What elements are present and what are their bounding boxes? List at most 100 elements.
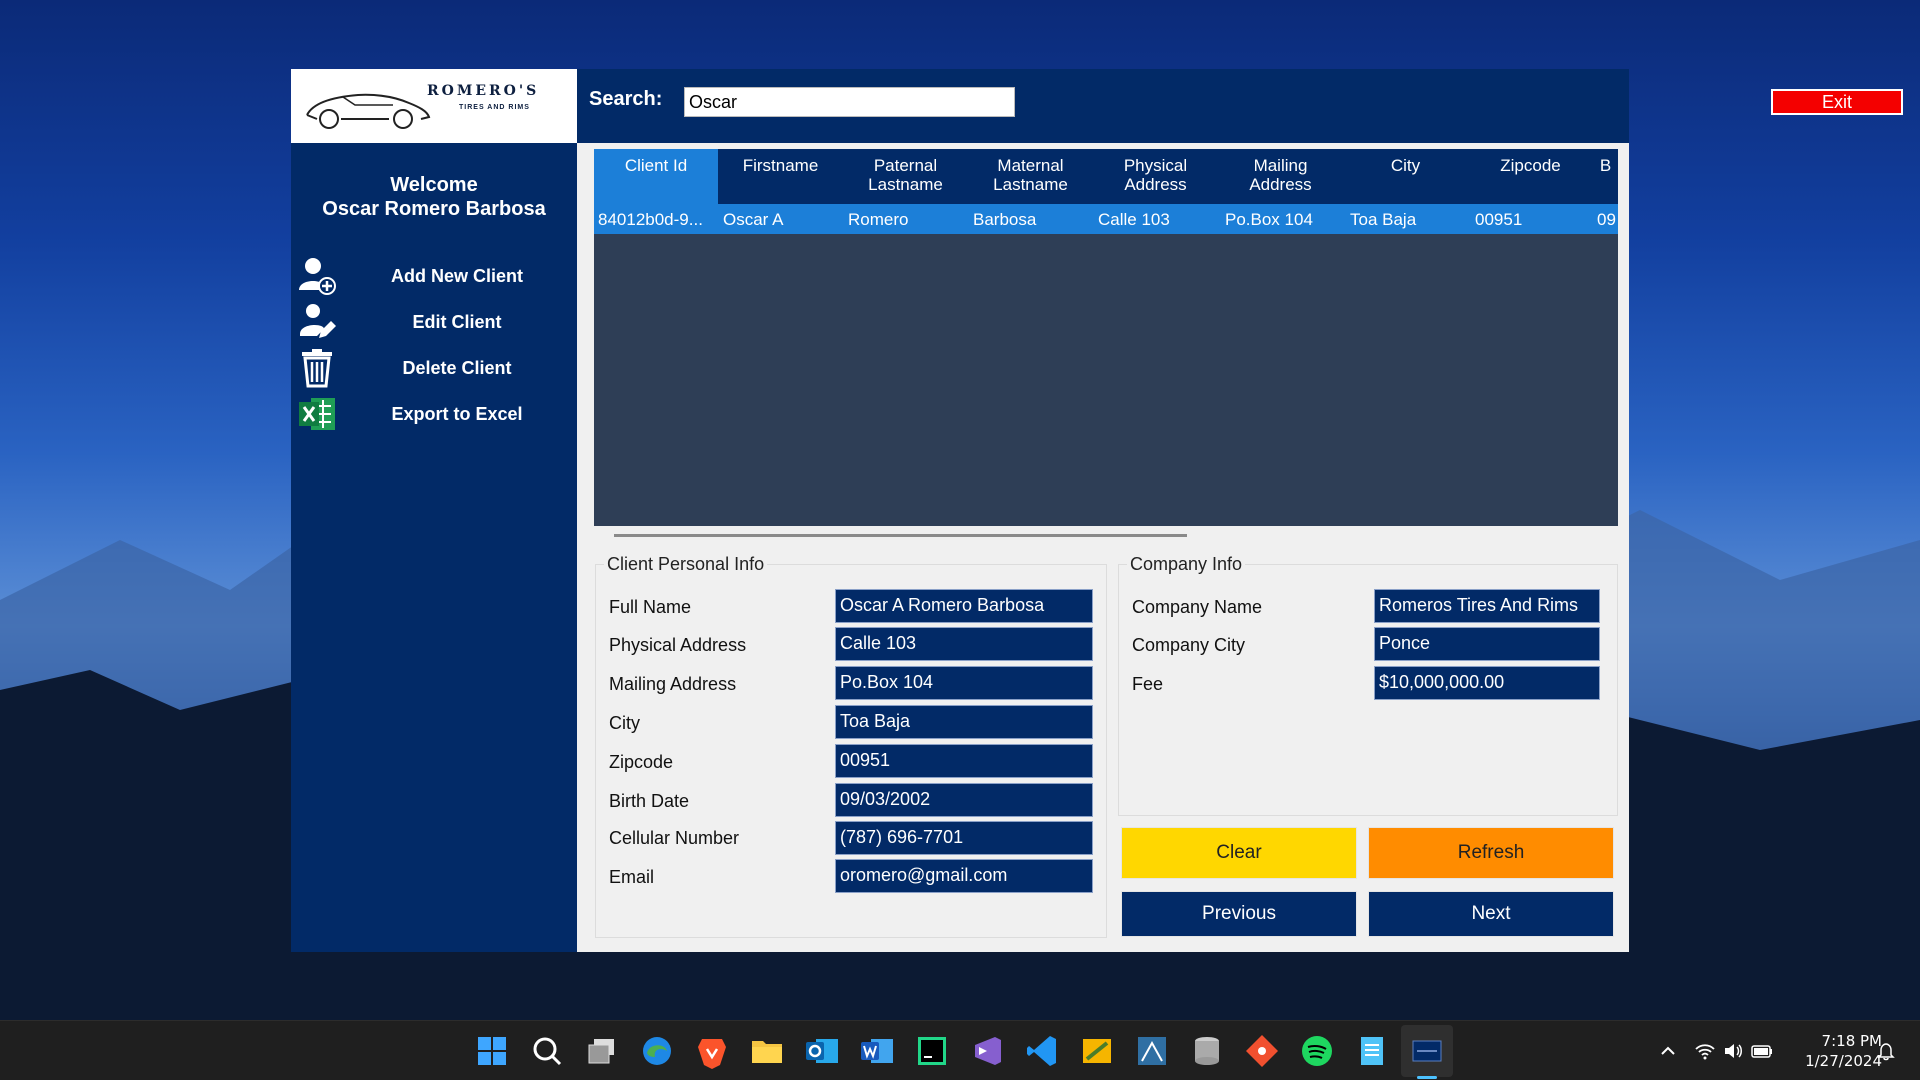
field-label: Company Name — [1132, 597, 1263, 617]
nav-label: Add New Client — [390, 266, 523, 286]
logo: ROMERO'S TIRES AND RIMS — [291, 69, 577, 143]
nav-label: Export to Excel — [391, 404, 523, 424]
notepad-icon[interactable] — [1352, 1031, 1392, 1071]
cellular-number-field[interactable]: (787) 696-7701 — [835, 821, 1093, 855]
welcome-message: Welcome Oscar Romero Barbosa — [291, 173, 577, 221]
time: 7:18 PM — [1821, 1032, 1882, 1050]
user-name: Oscar Romero Barbosa — [322, 198, 546, 220]
spotify-icon[interactable] — [1297, 1031, 1337, 1071]
column-header-paternal-lastname[interactable]: Paternal Lastname — [843, 156, 968, 194]
date: 1/27/2024 — [1805, 1052, 1882, 1070]
table-cell: Oscar A — [723, 210, 784, 229]
windows-start-icon[interactable] — [472, 1031, 512, 1071]
delete-client-button[interactable]: Delete Client — [291, 348, 577, 388]
table-cell: Romero — [848, 210, 909, 229]
column-header-birthdate[interactable]: B — [1593, 156, 1618, 175]
add-user-icon — [299, 258, 336, 295]
company-city-field[interactable]: Ponce — [1374, 627, 1600, 661]
group-title: Company Info — [1127, 554, 1246, 575]
nav-label: Delete Client — [402, 358, 512, 378]
field-label: Zipcode — [609, 752, 674, 772]
next-button[interactable]: Next — [1368, 891, 1614, 937]
car-logo-icon — [306, 93, 431, 129]
fee-field[interactable]: $10,000,000.00 — [1374, 666, 1600, 700]
edit-client-button[interactable]: Edit Client — [291, 302, 577, 342]
grid-header: Client Id Firstname Paternal Lastname Mat… — [594, 149, 1618, 204]
word-icon[interactable] — [857, 1031, 897, 1071]
previous-button[interactable]: Previous — [1121, 891, 1357, 937]
field-label: Birth Date — [609, 791, 690, 811]
city-field[interactable]: Toa Baja — [835, 705, 1093, 739]
database-icon[interactable] — [1187, 1031, 1227, 1071]
column-header-city[interactable]: City — [1343, 156, 1468, 175]
excel-icon — [299, 398, 335, 430]
logo-title: ROMERO'S — [427, 83, 540, 99]
app-window-icon[interactable] — [1407, 1031, 1447, 1071]
horizontal-scrollbar[interactable] — [614, 534, 1187, 537]
table-cell: 09 — [1597, 210, 1616, 229]
file-explorer-icon[interactable] — [747, 1031, 787, 1071]
column-header-physical-address[interactable]: Physical Address — [1093, 156, 1218, 194]
client-manager-window: ROMERO'S TIRES AND RIMS Welcome Oscar Ro… — [291, 69, 1903, 952]
edit-user-icon — [300, 304, 336, 338]
table-cell: Po.Box 104 — [1225, 210, 1313, 229]
column-header-maternal-lastname[interactable]: Maternal Lastname — [968, 156, 1093, 194]
field-label: Mailing Address — [609, 674, 737, 694]
field-label: City — [609, 713, 640, 733]
full-name-field[interactable]: Oscar A Romero Barbosa — [835, 589, 1093, 623]
volume-icon[interactable] — [1722, 1041, 1744, 1061]
visual-studio-icon[interactable] — [967, 1031, 1007, 1071]
taskbar: 7:18 PM 1/27/2024 — [0, 1020, 1920, 1080]
column-header-firstname[interactable]: Firstname — [718, 156, 843, 175]
clear-button[interactable]: Clear — [1121, 827, 1357, 879]
vscode-icon[interactable] — [1022, 1031, 1062, 1071]
search-input[interactable] — [684, 87, 1015, 117]
field-label: Full Name — [609, 597, 692, 617]
battery-icon[interactable] — [1750, 1041, 1774, 1061]
clients-grid[interactable]: Client Id Firstname Paternal Lastname Mat… — [594, 149, 1618, 526]
table-cell: 84012b0d-9... — [598, 210, 703, 229]
company-name-field[interactable]: Romeros Tires And Rims — [1374, 589, 1600, 623]
chevron-up-icon[interactable] — [1658, 1041, 1678, 1061]
nav-label: Edit Client — [412, 312, 502, 332]
field-label: Cellular Number — [609, 828, 740, 848]
add-new-client-button[interactable]: Add New Client — [291, 256, 577, 296]
sidebar: ROMERO'S TIRES AND RIMS Welcome Oscar Ro… — [291, 69, 577, 952]
app-icon[interactable] — [1077, 1031, 1117, 1071]
birth-date-field[interactable]: 09/03/2002 — [835, 783, 1093, 817]
outlook-icon[interactable] — [802, 1031, 842, 1071]
pycharm-icon[interactable] — [912, 1031, 952, 1071]
clock[interactable]: 7:18 PM 1/27/2024 — [1786, 1031, 1882, 1071]
wifi-icon[interactable] — [1694, 1041, 1716, 1061]
notification-bell-icon[interactable] — [1876, 1041, 1896, 1061]
table-row[interactable]: 84012b0d-9... Oscar A Romero Barbosa Cal… — [594, 204, 1618, 234]
column-header-client-id[interactable]: Client Id — [594, 149, 718, 204]
brave-icon[interactable] — [692, 1031, 732, 1071]
physical-address-field[interactable]: Calle 103 — [835, 627, 1093, 661]
logo-subtitle: TIRES AND RIMS — [459, 104, 530, 111]
mailing-address-field[interactable]: Po.Box 104 — [835, 666, 1093, 700]
app-icon[interactable] — [1132, 1031, 1172, 1071]
search-label: Search: — [589, 88, 663, 110]
welcome-line: Welcome — [390, 174, 478, 196]
field-label: Email — [609, 867, 655, 887]
column-header-zipcode[interactable]: Zipcode — [1468, 156, 1593, 175]
git-icon[interactable] — [1242, 1031, 1282, 1071]
exit-button[interactable]: Exit — [1771, 89, 1903, 115]
field-label: Company City — [1132, 635, 1246, 655]
refresh-button[interactable]: Refresh — [1368, 827, 1614, 879]
task-view-icon[interactable] — [582, 1031, 622, 1071]
table-cell: Barbosa — [973, 210, 1037, 229]
active-indicator — [1417, 1076, 1437, 1079]
email-field[interactable]: oromero@gmail.com — [835, 859, 1093, 893]
top-bar: Search: Exit — [577, 69, 1903, 143]
edge-icon[interactable] — [637, 1031, 677, 1071]
group-title: Client Personal Info — [604, 554, 768, 575]
export-to-excel-button[interactable]: Export to Excel — [291, 394, 577, 434]
trash-icon — [302, 349, 332, 388]
table-cell: 00951 — [1475, 210, 1523, 229]
field-label: Fee — [1132, 674, 1164, 694]
zipcode-field[interactable]: 00951 — [835, 744, 1093, 778]
search-icon[interactable] — [527, 1031, 567, 1071]
column-header-mailing-address[interactable]: Mailing Address — [1218, 156, 1343, 194]
